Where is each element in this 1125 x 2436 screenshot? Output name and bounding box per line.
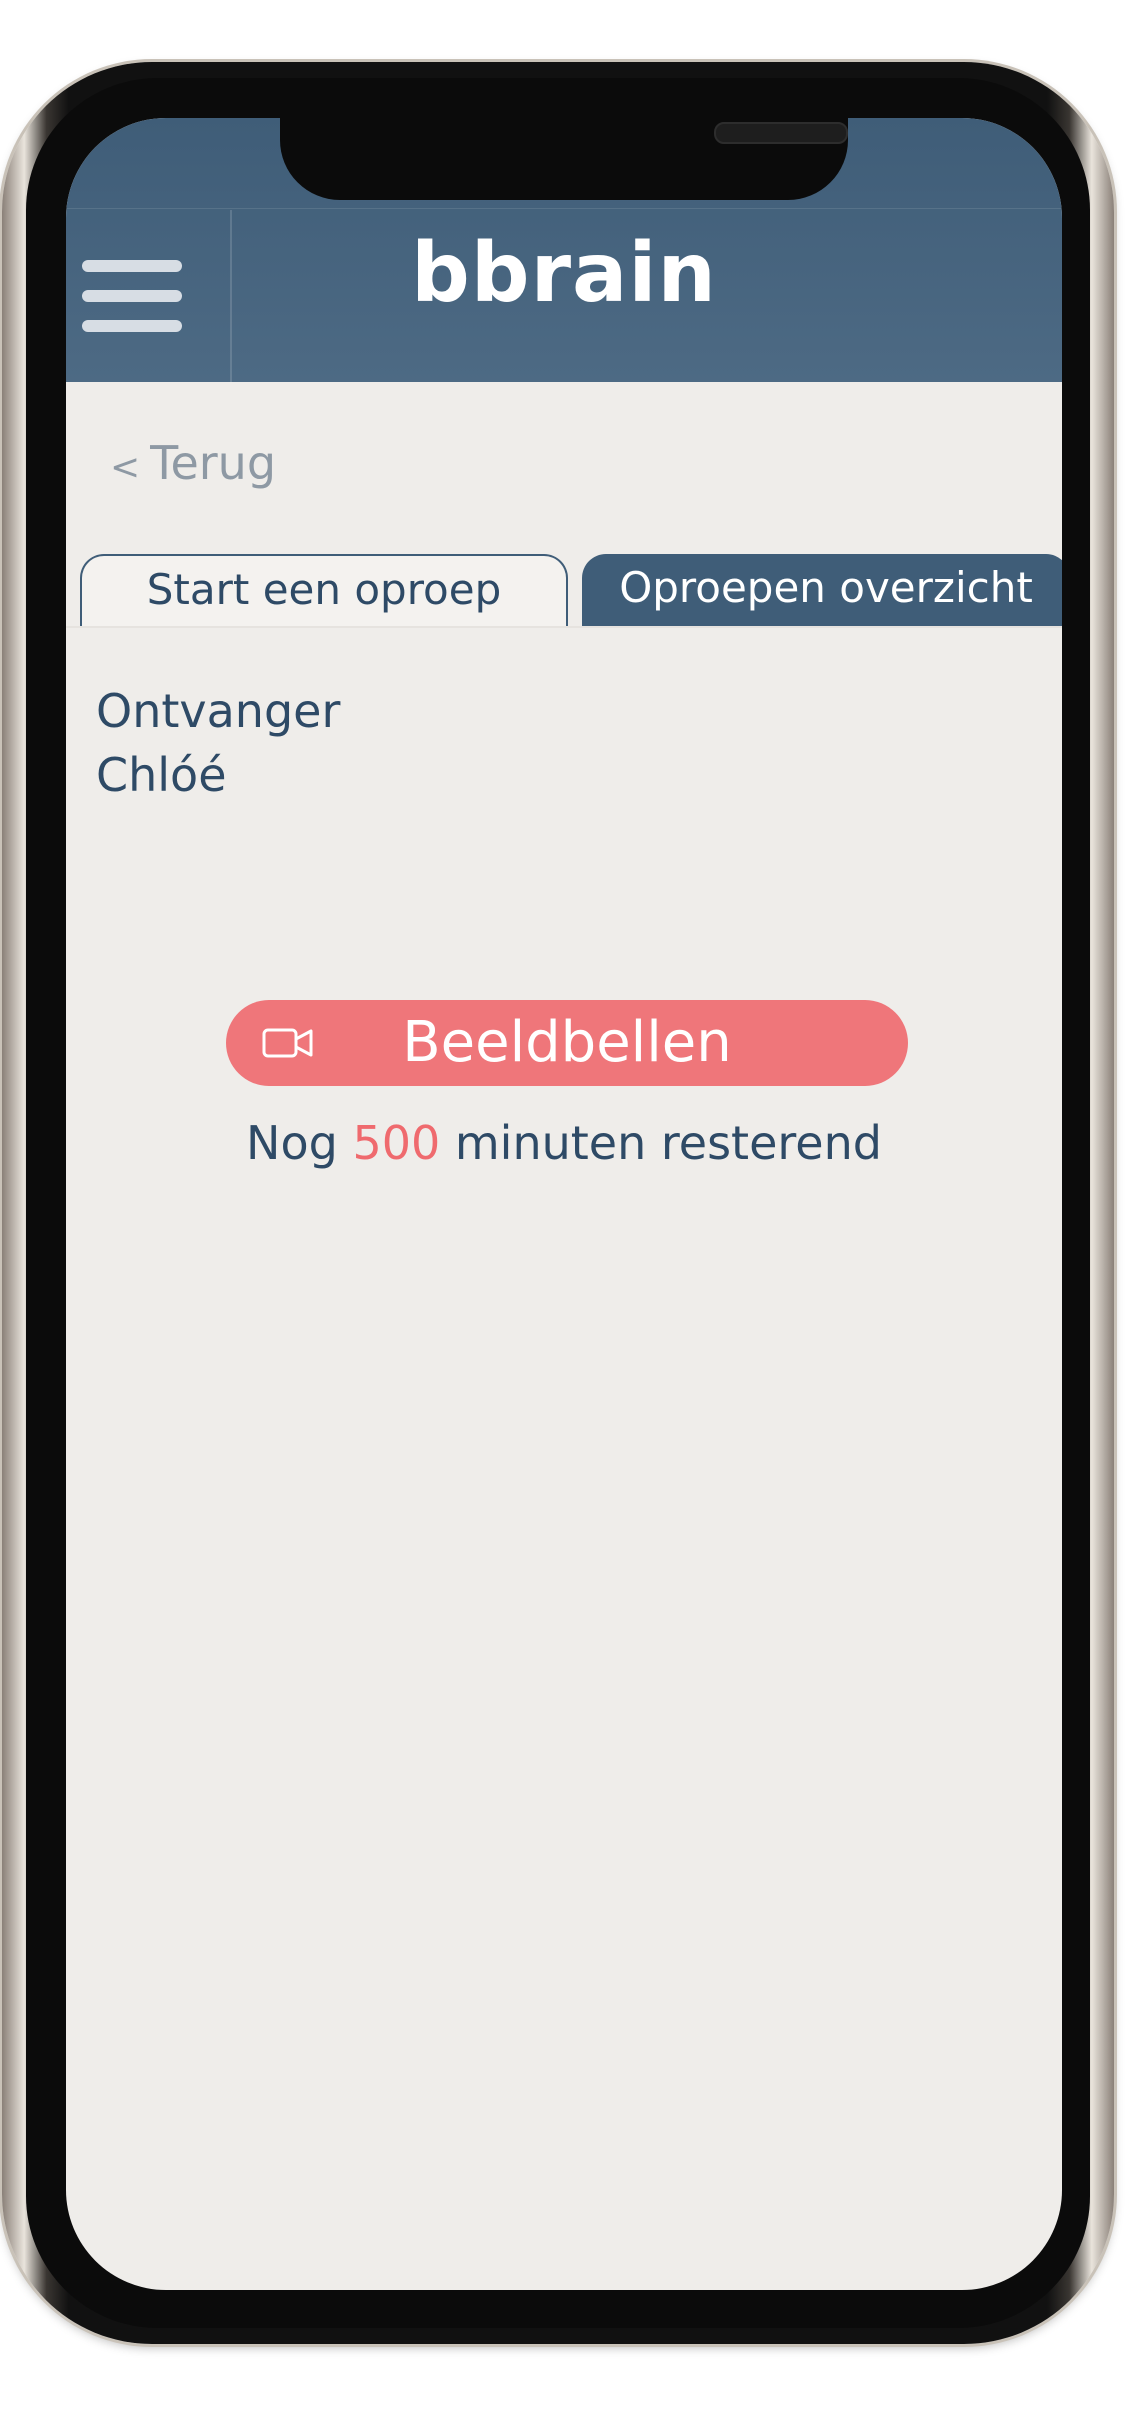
remaining-minutes-count: 500 — [352, 1116, 441, 1170]
tab-divider — [66, 626, 1062, 628]
app-screen: bbrain < Terug Start een oproep Oproepen … — [66, 118, 1062, 2290]
app-logo: bbrain — [411, 226, 717, 321]
recipient-label: Ontvanger — [96, 684, 341, 738]
chevron-left-icon: < — [110, 447, 141, 488]
phone-notch — [280, 118, 848, 200]
earpiece-speaker — [714, 122, 848, 144]
header-divider — [66, 208, 1062, 209]
tab-bar: Start een oproep Oproepen overzicht — [80, 554, 1062, 626]
video-camera-icon — [262, 1028, 313, 1058]
video-call-button[interactable]: Beeldbellen — [226, 1000, 908, 1086]
video-call-label: Beeldbellen — [402, 1010, 732, 1075]
recipient-name: Chlóé — [96, 748, 227, 802]
remaining-suffix: minuten resterend — [454, 1116, 882, 1170]
tab-call-overview[interactable]: Oproepen overzicht — [582, 554, 1062, 626]
remaining-prefix: Nog — [246, 1116, 338, 1170]
remaining-minutes-text: Nog 500 minuten resterend — [66, 1116, 1062, 1170]
back-link[interactable]: < Terug — [110, 436, 276, 490]
tab-start-call[interactable]: Start een oproep — [80, 554, 568, 626]
menu-icon-bar-bottom — [82, 320, 182, 332]
back-label: Terug — [150, 436, 277, 490]
